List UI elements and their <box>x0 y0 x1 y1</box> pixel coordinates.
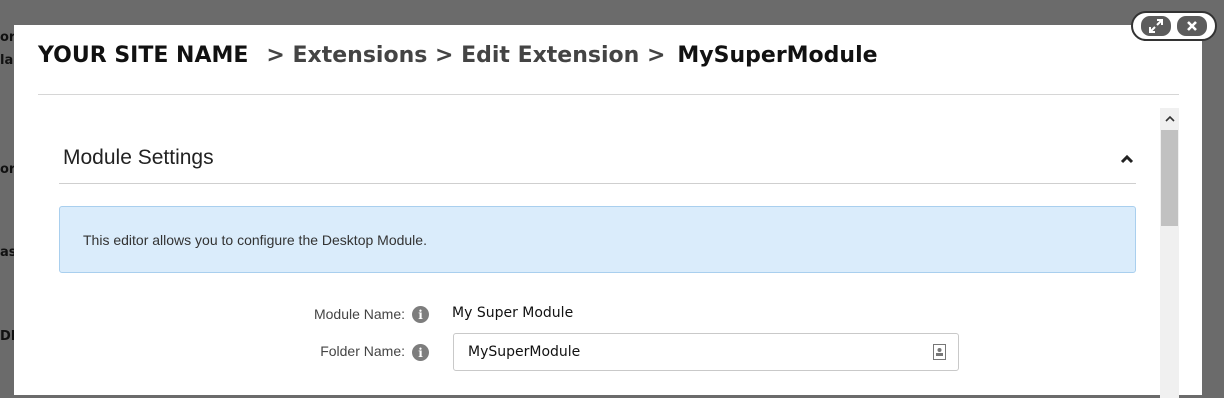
folder-name-value: MySuperModule <box>468 344 581 360</box>
scrollbar[interactable] <box>1160 108 1179 398</box>
edit-extension-dialog: YOUR SITE NAME > Extensions > Edit Exten… <box>14 25 1202 398</box>
scroll-up-icon[interactable] <box>1160 108 1179 128</box>
close-icon[interactable] <box>1177 16 1207 36</box>
breadcrumb: > Extensions > Edit Extension > <box>266 43 666 68</box>
module-name-value: My Super Module <box>452 305 574 321</box>
module-name-label: Module Name: <box>313 306 405 322</box>
page-title: YOUR SITE NAME > Extensions > Edit Exten… <box>38 43 878 79</box>
title-divider <box>38 94 1179 95</box>
info-icon[interactable]: i <box>412 306 429 323</box>
info-text: This editor allows you to configure the … <box>83 232 427 248</box>
window-controls <box>1131 11 1217 41</box>
scrollbar-thumb[interactable] <box>1161 130 1178 226</box>
folder-name-input[interactable]: MySuperModule <box>453 333 959 371</box>
contact-card-icon <box>933 344 946 360</box>
info-banner: This editor allows you to configure the … <box>59 206 1136 273</box>
expand-icon[interactable] <box>1141 16 1171 36</box>
chevron-up-icon[interactable] <box>1117 149 1137 169</box>
breadcrumb-current: MySuperModule <box>677 43 878 68</box>
site-name: YOUR SITE NAME <box>38 43 249 68</box>
section-title: Module Settings <box>63 146 214 169</box>
folder-name-label: Folder Name: <box>320 343 405 359</box>
backdrop-text: la <box>0 53 14 68</box>
info-icon[interactable]: i <box>412 344 429 361</box>
section-divider <box>59 183 1136 184</box>
